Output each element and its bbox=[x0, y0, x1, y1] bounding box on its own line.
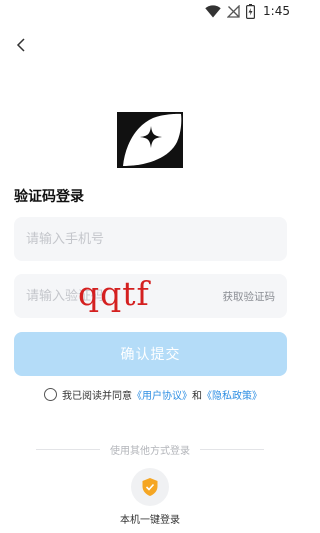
divider-text: 使用其他方式登录 bbox=[110, 445, 190, 457]
app-logo bbox=[117, 112, 183, 168]
privacy-policy-link[interactable]: 《隐私政策》 bbox=[202, 387, 262, 402]
back-button[interactable] bbox=[10, 34, 32, 56]
agreement-row: 我已阅读并同意 《用户协议》 和 《隐私政策》 bbox=[44, 386, 262, 402]
divider-line-left bbox=[36, 448, 100, 450]
watermark: qqtf bbox=[78, 274, 150, 313]
status-icons: 1:45 bbox=[205, 3, 290, 19]
divider-line-right bbox=[200, 448, 264, 450]
phone-input[interactable] bbox=[26, 217, 216, 261]
agreement-checkbox[interactable] bbox=[44, 387, 57, 401]
chevron-left-icon bbox=[16, 38, 25, 52]
code-field: 获取验证码 bbox=[14, 274, 287, 318]
page-title: 验证码登录 bbox=[14, 189, 84, 205]
onekey-login-label[interactable]: 本机一键登录 bbox=[0, 511, 300, 526]
agreement-prefix: 我已阅读并同意 bbox=[62, 390, 132, 402]
phone-field bbox=[14, 217, 287, 261]
agreement-and: 和 bbox=[192, 390, 202, 402]
submit-button[interactable]: 确认提交 bbox=[14, 332, 287, 376]
no-signal-icon bbox=[227, 4, 240, 18]
user-agreement-link[interactable]: 《用户协议》 bbox=[132, 387, 192, 402]
status-time: 1:45 bbox=[263, 4, 290, 18]
status-bar: 1:45 bbox=[0, 0, 300, 22]
shield-check-icon bbox=[142, 478, 158, 496]
get-code-button[interactable]: 获取验证码 bbox=[223, 289, 276, 304]
alt-login-divider: 使用其他方式登录 bbox=[36, 441, 264, 457]
sparkle-fish-logo bbox=[117, 112, 183, 168]
wifi-icon bbox=[205, 4, 221, 17]
onekey-login-button[interactable] bbox=[131, 468, 169, 506]
battery-charging-icon bbox=[246, 3, 256, 19]
